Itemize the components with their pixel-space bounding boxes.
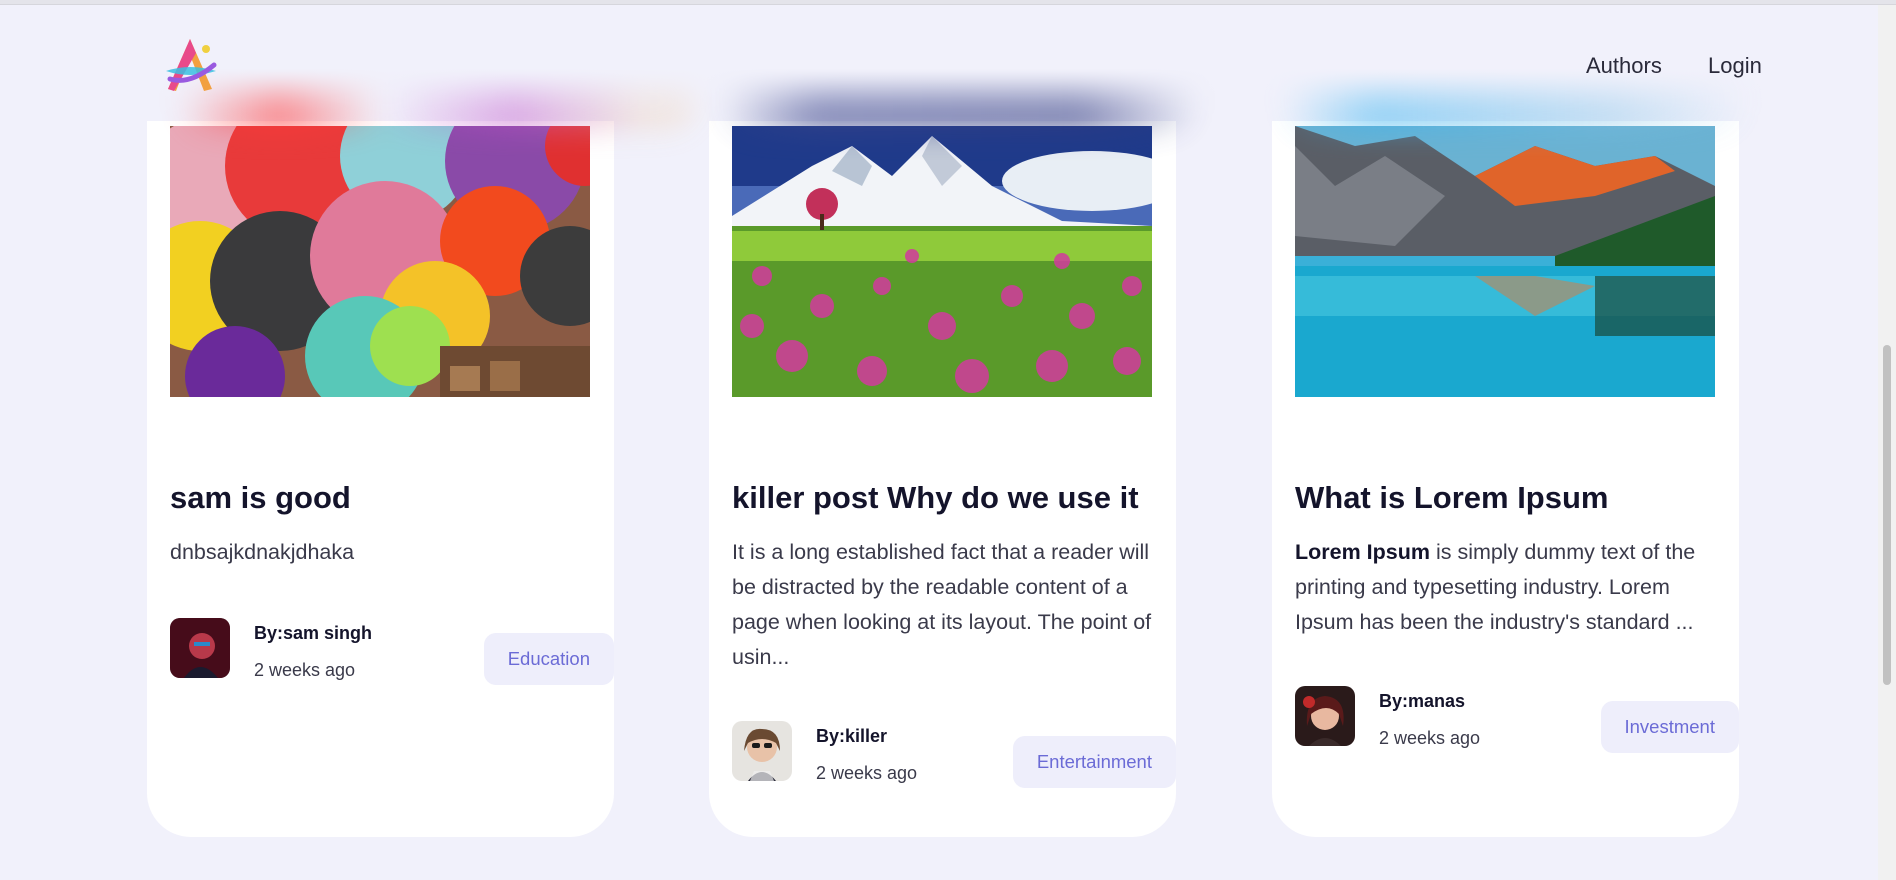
post-title[interactable]: What is Lorem Ipsum xyxy=(1295,480,1725,516)
author-avatar[interactable] xyxy=(1295,686,1355,746)
site-logo-icon[interactable] xyxy=(160,35,220,95)
post-author-row: By:manas 2 weeks ago Investment xyxy=(1295,686,1739,753)
post-image-mountain-meadow[interactable] xyxy=(732,126,1152,397)
category-tag[interactable]: Education xyxy=(483,633,614,685)
post-card[interactable]: killer post Why do we use it It is a lon… xyxy=(709,60,1176,837)
category-tag[interactable]: Entertainment xyxy=(1012,736,1176,788)
author-avatar[interactable] xyxy=(170,618,230,678)
post-time: 2 weeks ago xyxy=(254,660,356,680)
nav-login-link[interactable]: Login xyxy=(1708,53,1762,79)
site-header: Authors Login xyxy=(0,5,1878,130)
post-time: 2 weeks ago xyxy=(816,763,918,783)
post-author-row: By:killer 2 weeks ago Entertainment xyxy=(732,721,1176,788)
post-excerpt: dnbsajkdnakjdhaka xyxy=(170,540,355,564)
post-time: 2 weeks ago xyxy=(1379,728,1481,748)
post-title[interactable]: killer post Why do we use it xyxy=(732,480,1162,516)
excerpt-bold: Lorem Ipsum xyxy=(1295,540,1430,564)
post-image-mountain-lake[interactable] xyxy=(1295,126,1715,397)
post-excerpt: It is a long established fact that a rea… xyxy=(732,540,1152,669)
author-name[interactable]: By:sam singh xyxy=(254,623,372,644)
page-scrollbar[interactable] xyxy=(1878,5,1896,880)
post-card[interactable]: sam is good dnbsajkdnakjdhaka By:sam sin… xyxy=(147,60,614,837)
author-name[interactable]: By:killer xyxy=(816,726,887,747)
post-excerpt: Lorem Ipsum is simply dummy text of the … xyxy=(1295,535,1725,640)
post-image-umbrellas[interactable] xyxy=(170,126,590,397)
scrollbar-thumb[interactable] xyxy=(1883,345,1891,685)
author-avatar[interactable] xyxy=(732,721,792,781)
author-name[interactable]: By:manas xyxy=(1379,691,1465,712)
nav-authors-link[interactable]: Authors xyxy=(1586,53,1662,79)
post-title[interactable]: sam is good xyxy=(170,480,600,516)
post-card[interactable]: What is Lorem Ipsum Lorem Ipsum is simpl… xyxy=(1272,60,1739,837)
post-author-row: By:sam singh 2 weeks ago Education xyxy=(170,618,614,685)
category-tag[interactable]: Investment xyxy=(1600,701,1739,753)
